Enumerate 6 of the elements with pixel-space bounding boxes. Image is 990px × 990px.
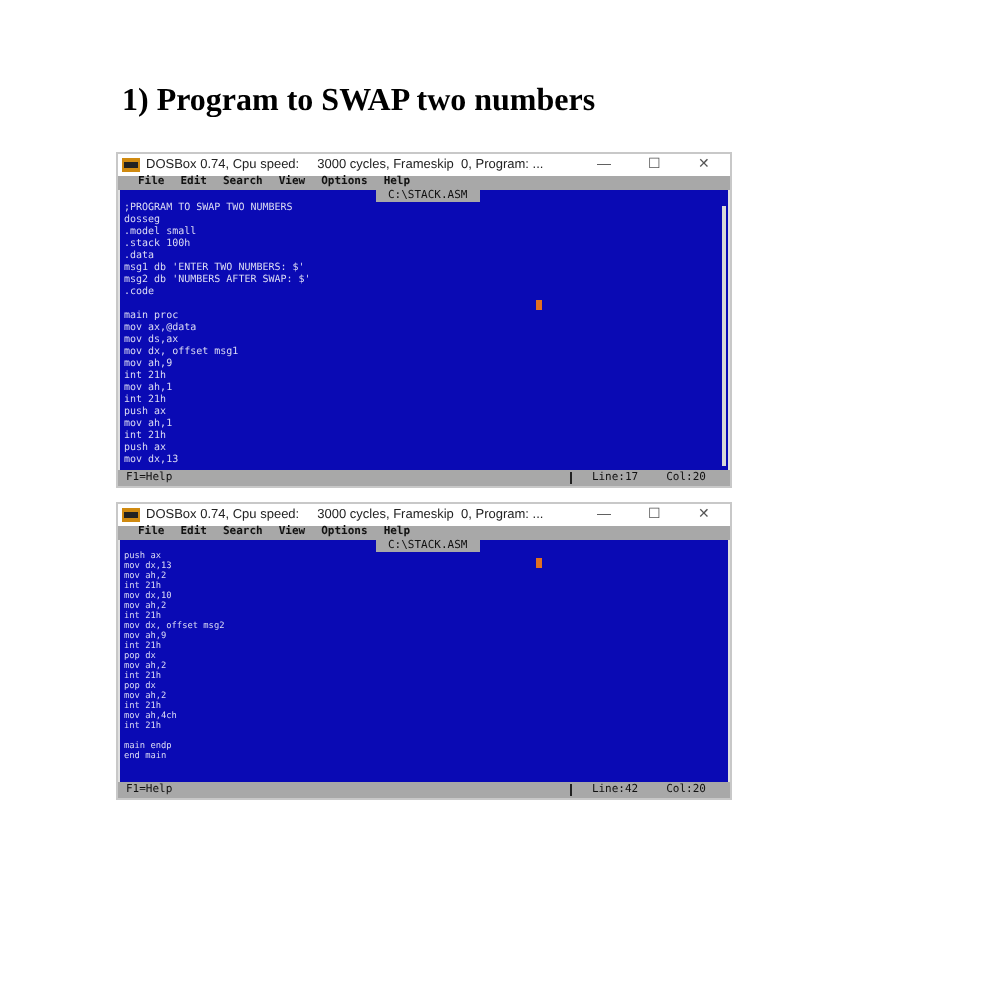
app-icon: [122, 508, 140, 522]
text-cursor: [536, 300, 542, 310]
page-heading: 1) Program to SWAP two numbers: [122, 84, 598, 120]
scrollbar[interactable]: [722, 206, 726, 466]
app-icon: [122, 158, 140, 172]
text-cursor: [536, 558, 542, 568]
